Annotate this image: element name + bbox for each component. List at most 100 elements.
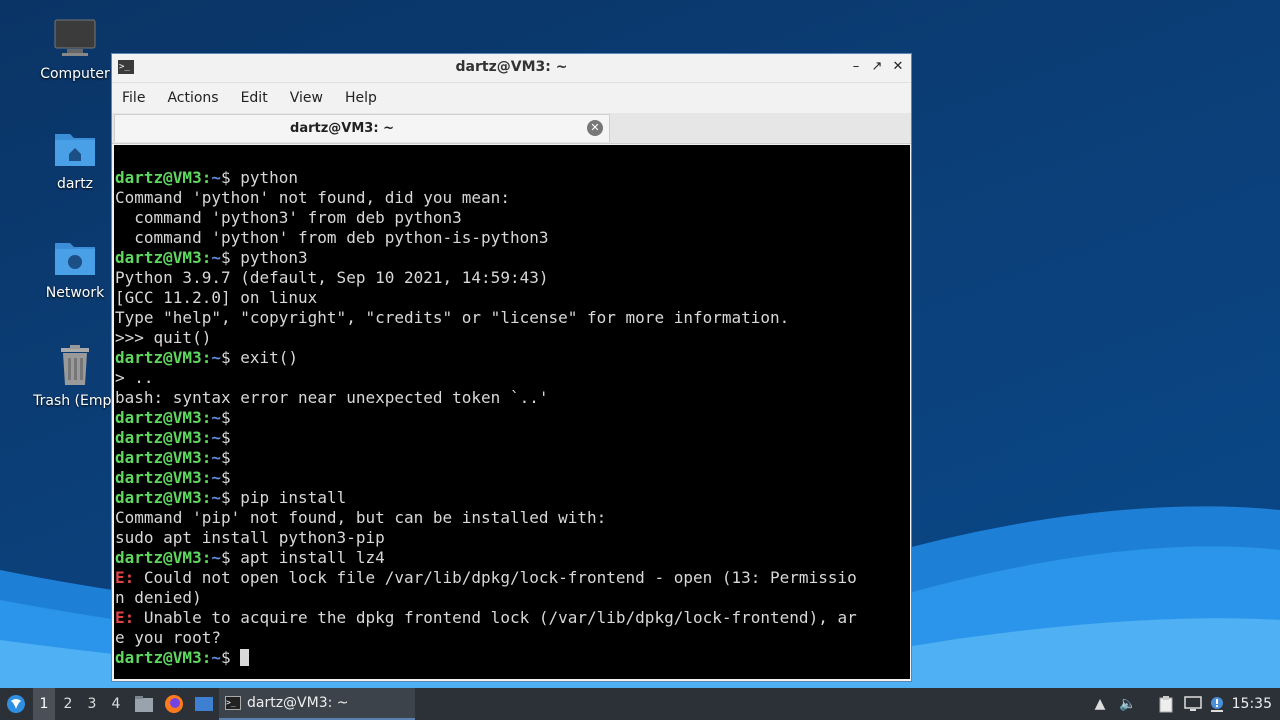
maximize-icon[interactable]: ↗	[868, 58, 886, 76]
terminal-line: Command 'python' not found, did you mean…	[114, 188, 910, 208]
taskbar-task-label: dartz@VM3: ~	[247, 695, 349, 711]
clock[interactable]: 15:35	[1232, 688, 1272, 720]
terminal-line: Type "help", "copyright", "credits" or "…	[114, 308, 910, 328]
taskbar-terminal-button[interactable]: >_ dartz@VM3: ~	[219, 688, 415, 720]
terminal-line: n denied)	[114, 588, 910, 608]
desktop-show-icon[interactable]	[193, 688, 215, 720]
terminal-line: dartz@VM3:~$	[114, 448, 910, 468]
output-text: e you root?	[115, 628, 221, 647]
shell-prompt: dartz@VM3:~$	[115, 548, 241, 567]
shell-prompt: dartz@VM3:~$	[115, 408, 241, 427]
desktop-icon-home-folder[interactable]: dartz	[25, 128, 125, 192]
output-text: command 'python' from deb python-is-pyth…	[115, 228, 549, 247]
window-titlebar[interactable]: >_ dartz@VM3: ~ – ↗ ✕	[112, 54, 911, 83]
shell-prompt: dartz@VM3:~$	[115, 168, 241, 187]
menu-view[interactable]: View	[290, 90, 323, 106]
workspace-3[interactable]: 3	[81, 688, 103, 720]
error-tag: E:	[115, 568, 135, 587]
shell-prompt: dartz@VM3:~$	[115, 428, 241, 447]
output-text: Python 3.9.7 (default, Sep 10 2021, 14:5…	[115, 268, 549, 287]
desktop-icon-label: Network	[45, 285, 105, 301]
minimize-icon[interactable]: –	[847, 58, 865, 76]
terminal-line: >>> quit()	[114, 328, 910, 348]
terminal-output[interactable]: dartz@VM3:~$ python Command 'python' not …	[114, 145, 910, 679]
terminal-line: dartz@VM3:~$ exit()	[114, 348, 910, 368]
terminal-cursor	[240, 649, 250, 666]
output-text: sudo apt install python3-pip	[115, 528, 385, 547]
terminal-line: e you root?	[114, 628, 910, 648]
terminal-task-icon: >_	[225, 696, 241, 710]
desktop-icon-label: dartz	[56, 176, 94, 192]
shell-prompt: dartz@VM3:~$	[115, 648, 241, 667]
firefox-icon[interactable]	[163, 688, 185, 720]
terminal-line: bash: syntax error near unexpected token…	[114, 388, 910, 408]
tab-close-icon[interactable]: ✕	[587, 120, 603, 136]
tab-terminal[interactable]: dartz@VM3: ~ ✕	[114, 114, 610, 142]
terminal-line: Command 'pip' not found, but can be inst…	[114, 508, 910, 528]
error-tag: E:	[115, 608, 135, 627]
trash-icon	[52, 345, 98, 387]
updates-icon[interactable]: ▲	[1090, 694, 1110, 714]
output-text: Could not open lock file /var/lib/dpkg/l…	[134, 568, 857, 587]
computer-icon	[52, 18, 98, 60]
workspace-4[interactable]: 4	[105, 688, 127, 720]
terminal-line: command 'python3' from deb python3	[114, 208, 910, 228]
output-text: Command 'python' not found, did you mean…	[115, 188, 510, 207]
close-icon[interactable]: ✕	[889, 58, 907, 76]
home-folder-icon	[52, 128, 98, 170]
shell-prompt: dartz@VM3:~$	[115, 348, 241, 367]
desktop-icon-label: Trash (Empt	[33, 393, 117, 409]
terminal-line: dartz@VM3:~$ apt install lz4	[114, 548, 910, 568]
terminal-line: [GCC 11.2.0] on linux	[114, 288, 910, 308]
shell-prompt: dartz@VM3:~$	[115, 248, 241, 267]
shell-prompt: dartz@VM3:~$	[115, 468, 241, 487]
menu-file[interactable]: File	[122, 90, 145, 106]
desktop-icon-network[interactable]: Network	[25, 237, 125, 301]
desktop-icon-label: Computer	[40, 66, 110, 82]
terminal-line: dartz@VM3:~$	[114, 648, 910, 668]
terminal-line: dartz@VM3:~$	[114, 468, 910, 488]
command-text: exit()	[240, 348, 299, 367]
terminal-line: E: Unable to acquire the dpkg frontend l…	[114, 608, 910, 628]
volume-icon[interactable]: 🔈	[1118, 694, 1138, 714]
terminal-line: sudo apt install python3-pip	[114, 528, 910, 548]
command-text: pip install	[240, 488, 347, 507]
workspace-2[interactable]: 2	[57, 688, 79, 720]
output-text: >>> quit()	[115, 328, 212, 347]
network-folder-icon	[52, 237, 98, 279]
output-text: > ..	[115, 368, 154, 387]
terminal-line: E: Could not open lock file /var/lib/dpk…	[114, 568, 910, 588]
output-text: Type "help", "copyright", "credits" or "…	[115, 308, 790, 327]
workspace-1[interactable]: 1	[33, 688, 55, 720]
menu-actions[interactable]: Actions	[167, 90, 218, 106]
terminal-line: dartz@VM3:~$ python	[114, 168, 910, 188]
file-manager-icon[interactable]	[133, 688, 155, 720]
desktop-icon-trash[interactable]: Trash (Empt	[25, 345, 125, 409]
output-text: bash: syntax error near unexpected token…	[115, 388, 549, 407]
network-tray-icon[interactable]	[1183, 694, 1203, 714]
terminal-line: command 'python' from deb python-is-pyth…	[114, 228, 910, 248]
notification-icon[interactable]	[1207, 694, 1227, 714]
menu-edit[interactable]: Edit	[241, 90, 268, 106]
output-text: Command 'pip' not found, but can be inst…	[115, 508, 607, 527]
command-text: apt install lz4	[240, 548, 385, 567]
taskbar: 1 2 3 4 >_ dartz@VM3: ~ ▲ 🔈 15:35	[0, 688, 1280, 720]
terminal-line: Python 3.9.7 (default, Sep 10 2021, 14:5…	[114, 268, 910, 288]
menu-bar: File Actions Edit View Help	[112, 83, 911, 113]
output-text: Unable to acquire the dpkg frontend lock…	[134, 608, 857, 627]
output-text: [GCC 11.2.0] on linux	[115, 288, 318, 307]
menu-help[interactable]: Help	[345, 90, 377, 106]
command-text: python	[240, 168, 299, 187]
shell-prompt: dartz@VM3:~$	[115, 448, 241, 467]
terminal-window: >_ dartz@VM3: ~ – ↗ ✕ File Actions Edit …	[111, 53, 912, 682]
tab-label: dartz@VM3: ~	[290, 121, 394, 136]
terminal-line: dartz@VM3:~$	[114, 428, 910, 448]
output-text: n denied)	[115, 588, 202, 607]
clipboard-icon[interactable]	[1156, 694, 1176, 714]
terminal-line: > ..	[114, 368, 910, 388]
terminal-line: dartz@VM3:~$ pip install	[114, 488, 910, 508]
shell-prompt: dartz@VM3:~$	[115, 488, 241, 507]
start-menu-icon[interactable]	[4, 688, 28, 720]
desktop-icon-computer[interactable]: Computer	[25, 18, 125, 82]
output-text: command 'python3' from deb python3	[115, 208, 462, 227]
